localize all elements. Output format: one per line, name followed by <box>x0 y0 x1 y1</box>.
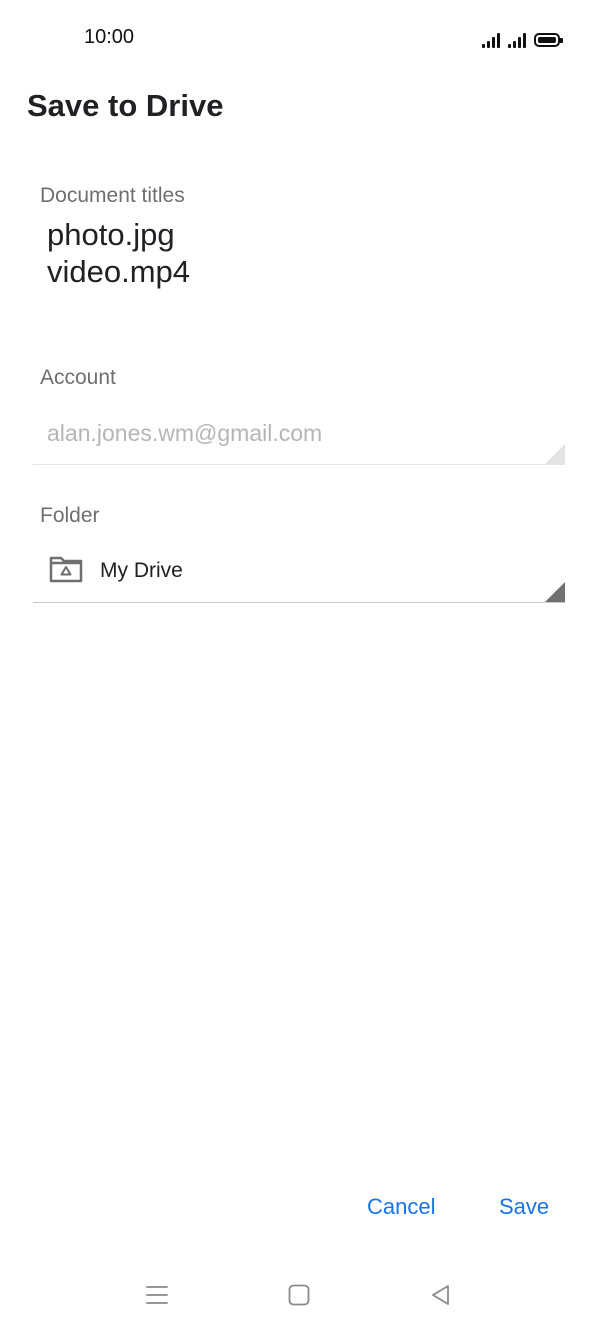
status-time: 10:00 <box>84 26 135 48</box>
navigation-bar <box>0 1262 598 1330</box>
page-title: Save to Drive <box>27 88 224 123</box>
battery-icon <box>534 33 563 47</box>
signal-icon <box>508 32 526 48</box>
dropdown-corner-icon <box>545 444 565 464</box>
folder-value: My Drive <box>100 559 183 582</box>
folder-label: Folder <box>40 504 100 527</box>
document-titles-list: photo.jpg video.mp4 <box>47 216 190 290</box>
drive-folder-icon <box>49 556 83 583</box>
document-title-item: photo.jpg <box>47 217 175 252</box>
dropdown-corner-icon <box>545 582 565 602</box>
signal-icon <box>482 32 500 48</box>
home-icon[interactable] <box>284 1280 314 1310</box>
back-icon[interactable] <box>426 1280 456 1310</box>
account-label: Account <box>40 366 116 389</box>
account-dropdown: alan.jones.wm@gmail.com <box>33 408 565 465</box>
document-title-item: video.mp4 <box>47 254 191 289</box>
document-titles-label: Document titles <box>40 184 185 207</box>
status-icons <box>482 28 563 48</box>
status-bar: 10:00 <box>0 0 598 76</box>
folder-dropdown[interactable]: My Drive <box>33 545 565 603</box>
menu-icon[interactable] <box>142 1280 172 1310</box>
cancel-button[interactable]: Cancel <box>367 1194 435 1220</box>
save-button[interactable]: Save <box>499 1194 549 1220</box>
account-value: alan.jones.wm@gmail.com <box>47 420 323 446</box>
